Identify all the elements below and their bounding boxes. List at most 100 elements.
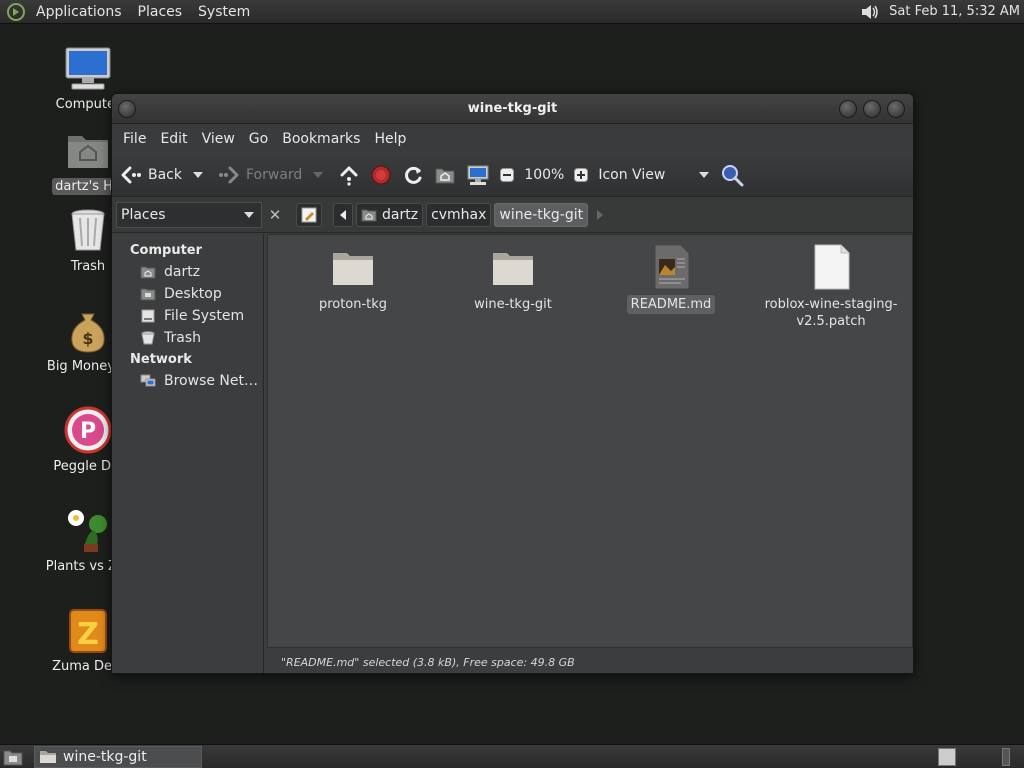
network-icon	[140, 374, 156, 387]
svg-text:Z: Z	[77, 617, 99, 652]
text-file-icon	[807, 243, 855, 291]
search-button[interactable]	[720, 163, 744, 187]
window-titlebar[interactable]: wine-tkg-git	[112, 94, 913, 124]
breadcrumb-item-cvmhax[interactable]: cvmhax	[426, 202, 492, 227]
forward-button[interactable]: Forward	[218, 165, 302, 185]
places-sidebar: Computer dartz Desktop File System Trash…	[112, 234, 264, 673]
sidebar-item-label: Desktop	[164, 286, 222, 302]
side-pane-label: Places	[121, 206, 166, 223]
show-desktop-icon[interactable]	[3, 748, 23, 766]
close-side-pane-button[interactable]: ✕	[264, 204, 286, 226]
close-button[interactable]	[887, 100, 905, 118]
sidebar-item-label: Trash	[164, 330, 201, 346]
zuma-icon: Z	[64, 606, 112, 654]
sidebar-item-dartz[interactable]: dartz	[112, 261, 263, 283]
back-history-dropdown-icon[interactable]	[192, 165, 204, 185]
up-arrow-icon	[340, 166, 358, 186]
view-mode-label: Icon View	[598, 166, 666, 183]
toolbar: Back Forward 100% Icon View	[112, 153, 913, 197]
breadcrumb-item-wine-tkg-git[interactable]: wine-tkg-git	[494, 202, 589, 227]
menu-view[interactable]: View	[195, 131, 242, 147]
zoom-out-button[interactable]	[500, 167, 515, 182]
desktop-icon	[140, 288, 156, 301]
home-icon	[361, 209, 377, 221]
applications-menu[interactable]: Applications	[28, 4, 130, 20]
plants-icon	[64, 506, 112, 554]
chevron-left-icon	[340, 209, 346, 220]
forward-history-dropdown-icon[interactable]	[312, 165, 324, 185]
breadcrumb-back-arrow[interactable]	[333, 202, 353, 227]
sidebar-item-label: Browse Net…	[164, 373, 259, 389]
home-icon	[140, 266, 156, 279]
trash-icon	[64, 206, 112, 254]
menu-go[interactable]: Go	[242, 131, 275, 147]
chevron-right-icon	[597, 209, 604, 220]
zoom-in-button[interactable]	[574, 167, 589, 182]
breadcrumb-forward-arrow[interactable]	[591, 203, 609, 227]
window-menu-button[interactable]	[118, 100, 136, 118]
home-button[interactable]	[434, 165, 456, 185]
file-item-readme[interactable]: README.md	[596, 243, 746, 314]
folder-icon	[489, 243, 537, 291]
sidebar-item-file-system[interactable]: File System	[112, 305, 263, 327]
window-title: wine-tkg-git	[467, 101, 558, 116]
file-manager-window: wine-tkg-git File Edit View Go Bookmarks…	[111, 93, 914, 674]
location-bar: Places ✕ dartz cvmhax wine-tkg-git	[112, 197, 913, 233]
view-mode-select[interactable]: Icon View	[598, 165, 710, 185]
svg-text:$: $	[82, 329, 93, 348]
taskbar-item-wine-tkg-git[interactable]: wine-tkg-git	[34, 745, 202, 768]
breadcrumb-label: dartz	[382, 206, 419, 223]
menu-help[interactable]: Help	[367, 131, 413, 147]
distro-logo-icon[interactable]	[6, 2, 26, 22]
status-bar: "README.md" selected (3.8 kB), Free spac…	[281, 655, 575, 669]
menu-bookmarks[interactable]: Bookmarks	[275, 131, 367, 147]
menubar: File Edit View Go Bookmarks Help	[112, 124, 913, 153]
back-button[interactable]: Back	[120, 165, 182, 185]
computer-button[interactable]	[466, 164, 490, 186]
sidebar-header-network: Network	[130, 352, 192, 367]
maximize-button[interactable]	[863, 100, 881, 118]
side-pane-selector[interactable]: Places	[116, 201, 262, 228]
close-icon: ✕	[268, 205, 282, 224]
desktop-icon-label: Trash	[70, 259, 106, 274]
up-button[interactable]	[338, 164, 360, 186]
trash-icon	[141, 331, 155, 345]
workspace-switcher[interactable]	[938, 748, 956, 766]
stop-icon	[371, 165, 391, 184]
clock[interactable]: Sat Feb 11, 5:32 AM	[889, 4, 1020, 19]
stop-button[interactable]	[370, 164, 392, 186]
file-view[interactable]: proton-tkg wine-tkg-git README.md roblox…	[267, 234, 913, 648]
volume-icon[interactable]	[859, 2, 881, 22]
sidebar-header-computer: Computer	[130, 243, 203, 258]
breadcrumb-label: cvmhax	[431, 206, 487, 223]
toggle-location-entry-button[interactable]	[296, 202, 322, 227]
sidebar-item-label: dartz	[164, 264, 201, 280]
edit-location-icon	[301, 207, 317, 222]
breadcrumb-item-dartz[interactable]: dartz	[356, 202, 424, 227]
file-item-proton-tkg[interactable]: proton-tkg	[278, 243, 428, 314]
top-panel: Applications Places System Sat Feb 11, 5…	[0, 0, 1024, 24]
zoom-level: 100%	[524, 166, 565, 183]
document-icon	[647, 243, 695, 291]
minimize-button[interactable]	[839, 100, 857, 118]
menu-file[interactable]: File	[116, 131, 153, 147]
places-menu[interactable]: Places	[130, 4, 191, 20]
reload-button[interactable]	[402, 164, 424, 186]
zoom-out-icon	[500, 167, 515, 182]
computer-icon	[467, 165, 489, 185]
breadcrumb-label: wine-tkg-git	[499, 206, 584, 223]
sidebar-item-trash[interactable]: Trash	[112, 327, 263, 349]
menu-edit[interactable]: Edit	[153, 131, 194, 147]
file-name: proton-tkg	[318, 297, 388, 312]
file-name: roblox-wine-staging- v2.5.patch	[764, 297, 898, 329]
taskbar-item-label: wine-tkg-git	[63, 748, 147, 765]
peggle-icon: P	[64, 406, 112, 454]
home-folder-icon	[64, 126, 112, 174]
file-item-roblox-patch[interactable]: roblox-wine-staging- v2.5.patch	[756, 243, 906, 331]
sidebar-item-browse-network[interactable]: Browse Net…	[112, 370, 263, 392]
system-menu[interactable]: System	[190, 4, 258, 20]
trash-applet[interactable]	[1002, 748, 1010, 766]
file-item-wine-tkg-git[interactable]: wine-tkg-git	[438, 243, 588, 314]
file-name: README.md	[626, 295, 716, 314]
sidebar-item-desktop[interactable]: Desktop	[112, 283, 263, 305]
